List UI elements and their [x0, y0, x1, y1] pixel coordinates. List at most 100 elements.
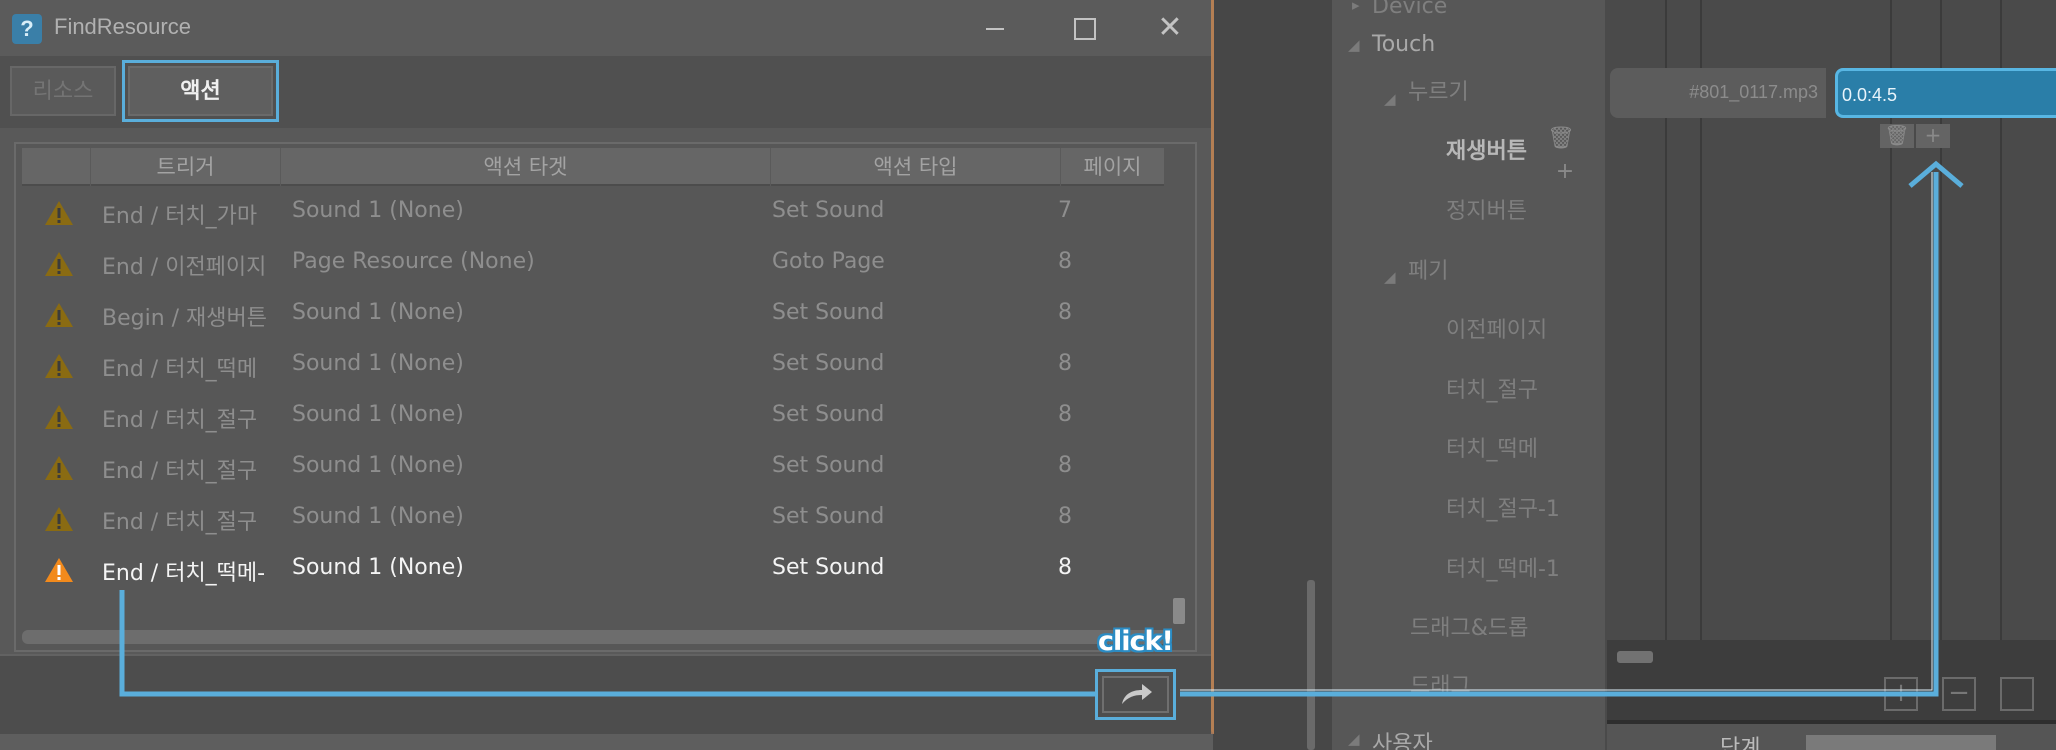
title-bar[interactable]: ? FindResource ✕: [0, 0, 1211, 56]
table-row[interactable]: End / 터치_절구 Sound 1 (None) Set Sound 8: [22, 392, 1164, 443]
cell-page: 8: [1058, 249, 1072, 274]
column-header-page[interactable]: 페이지: [1060, 148, 1164, 186]
tree-node-device[interactable]: Device: [1372, 0, 1447, 19]
cell-action-type: Goto Page: [772, 249, 885, 274]
cell-trigger: End / 터치_절구: [102, 408, 258, 433]
header-icon-column[interactable]: [22, 148, 90, 186]
table-row[interactable]: Begin / 재생버튼 Sound 1 (None) Set Sound 8: [22, 290, 1164, 341]
cell-trigger: End / 터치_절구: [102, 459, 258, 484]
collapse-triangle-icon[interactable]: ◢: [1384, 90, 1396, 108]
cell-action-type: Set Sound: [772, 300, 885, 325]
action-list: 트리거 액션 타겟 액션 타입 페이지 End / 터치_가마 Sound 1 (…: [14, 142, 1197, 652]
cell-page: 7: [1058, 198, 1072, 223]
minimize-icon[interactable]: [964, 6, 1024, 50]
cell-trigger: End / 터치_가마: [102, 204, 258, 229]
table-row[interactable]: End / 이전페이지 Page Resource (None) Goto Page…: [22, 239, 1164, 290]
column-header-action-type[interactable]: 액션 타입: [770, 148, 1060, 186]
find-resource-dialog: ? FindResource ✕ 리소스 액션 트리거 액션 타겟 액션 타입 …: [0, 0, 1214, 734]
table-row[interactable]: End / 터치_떡메- Sound 1 (None) Set Sound 8: [22, 545, 1164, 596]
window-title: FindResource: [54, 14, 191, 39]
table-row[interactable]: End / 터치_떡메 Sound 1 (None) Set Sound 8: [22, 341, 1164, 392]
cell-action-target: Sound 1 (None): [292, 198, 464, 223]
timeline-scroll-handle[interactable]: [1617, 651, 1653, 663]
app-logo-icon: ?: [12, 14, 42, 44]
goto-action-button[interactable]: [1095, 669, 1176, 720]
warning-icon: [45, 201, 73, 225]
cell-action-type: Set Sound: [772, 555, 885, 580]
table-row[interactable]: End / 터치_절구 Sound 1 (None) Set Sound 8: [22, 494, 1164, 545]
cell-action-type: Set Sound: [772, 504, 885, 529]
step-label: 단계: [1720, 736, 1761, 750]
collapse-triangle-icon[interactable]: ◢: [1348, 36, 1360, 54]
tree-node-drag[interactable]: 드래그: [1410, 668, 1471, 700]
cell-page: 8: [1058, 504, 1072, 529]
table-row[interactable]: End / 터치_절구 Sound 1 (None) Set Sound 8: [22, 443, 1164, 494]
tree-node-touch-jeolgu[interactable]: 터치_절구: [1446, 372, 1538, 404]
cell-action-target: Sound 1 (None): [292, 555, 464, 580]
cell-page: 8: [1058, 555, 1072, 580]
plus-icon[interactable]: +: [1916, 124, 1950, 148]
cell-trigger: End / 터치_떡메-: [102, 561, 266, 586]
trash-icon[interactable]: 🗑: [1880, 124, 1914, 148]
horizontal-scrollbar[interactable]: [22, 630, 1172, 644]
tab-resources[interactable]: 리소스: [10, 66, 116, 116]
cell-action-target: Sound 1 (None): [292, 300, 464, 325]
close-icon[interactable]: ✕: [1140, 6, 1200, 50]
cell-action-target: Sound 1 (None): [292, 504, 464, 529]
cell-trigger: End / 터치_떡메: [102, 357, 258, 382]
tree-node-user[interactable]: 사용자: [1372, 726, 1433, 750]
square-icon[interactable]: [2000, 677, 2034, 711]
tree-node-stop-button[interactable]: 정지버튼: [1446, 193, 1527, 225]
tree-node-turn-page[interactable]: 페기: [1408, 253, 1448, 285]
cell-action-type: Set Sound: [772, 453, 885, 478]
warning-icon: [45, 354, 73, 378]
cell-action-target: Page Resource (None): [292, 249, 535, 274]
cell-action-target: Sound 1 (None): [292, 453, 464, 478]
tree-node-prev-page[interactable]: 이전페이지: [1446, 312, 1547, 344]
timeline-clip-sound[interactable]: #801_0117.mp3: [1610, 68, 1826, 118]
collapse-triangle-icon[interactable]: ◢: [1348, 730, 1360, 748]
tab-bar: 리소스 액션: [0, 56, 1211, 128]
warning-icon: [45, 558, 73, 582]
tree-node-press-group[interactable]: 누르기: [1408, 74, 1469, 106]
collapse-triangle-icon[interactable]: ◢: [1384, 268, 1396, 286]
column-header-trigger[interactable]: 트리거: [90, 148, 280, 186]
clip-label: #801_0117.mp3: [1689, 82, 1818, 102]
tab-actions[interactable]: 액션: [122, 60, 279, 122]
step-field[interactable]: [1806, 735, 1996, 750]
warning-icon: [45, 252, 73, 276]
cell-action-type: Set Sound: [772, 402, 885, 427]
cell-trigger: Begin / 재생버튼: [102, 306, 268, 331]
timeline-clip-selected[interactable]: 0.0:4.5: [1835, 68, 2056, 118]
click-annotation-label: click!: [1098, 626, 1174, 657]
cell-action-target: Sound 1 (None): [292, 402, 464, 427]
dialog-footer: [0, 654, 1211, 734]
table-row[interactable]: End / 터치_가마 Sound 1 (None) Set Sound 7: [22, 188, 1164, 239]
tree-node-play-button[interactable]: 재생버튼: [1446, 133, 1527, 165]
timeline-controls: [1607, 640, 2056, 720]
plus-icon[interactable]: +: [1550, 158, 1580, 186]
expand-triangle-icon[interactable]: ▸: [1352, 0, 1360, 14]
warning-icon: [45, 303, 73, 327]
cell-trigger: End / 이전페이지: [102, 255, 267, 280]
vertical-scrollbar[interactable]: [1173, 598, 1185, 624]
cell-action-type: Set Sound: [772, 198, 885, 223]
minus-icon[interactable]: −: [1942, 677, 1976, 711]
tree-node-touch-jeolgu-1[interactable]: 터치_절구-1: [1446, 491, 1560, 523]
tree-node-touch-ttokme-1[interactable]: 터치_떡메-1: [1446, 551, 1560, 583]
tree-scrollbar[interactable]: [1307, 580, 1315, 750]
column-header-action-target[interactable]: 액션 타겟: [280, 148, 770, 186]
tree-node-touch[interactable]: Touch: [1372, 32, 1435, 57]
clip-label: 0.0:4.5: [1842, 85, 1898, 105]
list-header: 트리거 액션 타겟 액션 타입 페이지: [22, 148, 1164, 186]
add-icon[interactable]: +: [1884, 677, 1918, 711]
maximize-icon[interactable]: [1052, 6, 1112, 50]
cell-page: 8: [1058, 402, 1072, 427]
cell-page: 8: [1058, 453, 1072, 478]
trash-icon[interactable]: 🗑: [1546, 125, 1576, 153]
share-arrow-icon: [1122, 684, 1152, 704]
warning-icon: [45, 456, 73, 480]
tree-node-touch-ttokme[interactable]: 터치_떡메: [1446, 431, 1538, 463]
cell-trigger: End / 터치_절구: [102, 510, 258, 535]
tree-node-drag-drop[interactable]: 드래그&드롭: [1410, 610, 1528, 642]
